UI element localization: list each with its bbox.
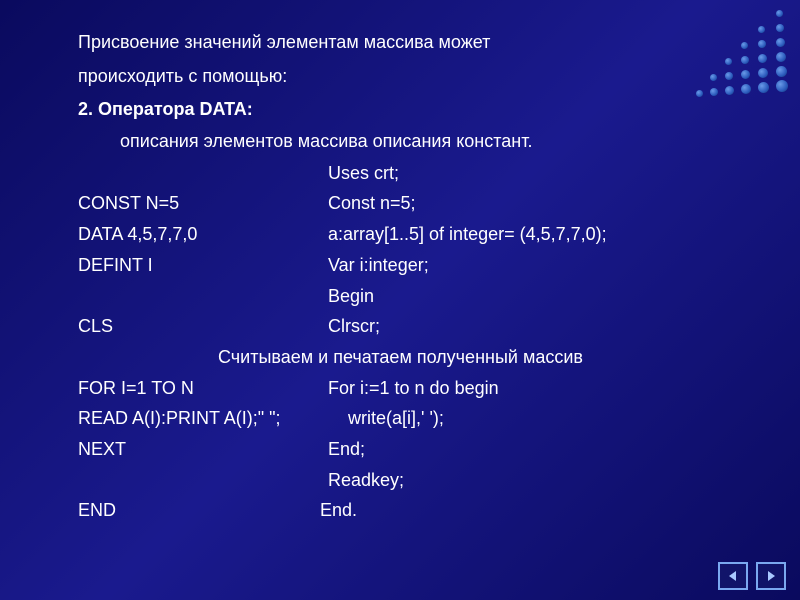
- code-row: NEXT End;: [78, 435, 730, 465]
- code-left: DATA 4,5,7,7,0: [78, 220, 328, 250]
- code-row: READ A(I):PRINT A(I);" "; write(a[i],' '…: [78, 404, 730, 434]
- arrow-right-icon: [764, 569, 778, 583]
- code-row: END End.: [78, 496, 730, 526]
- code-right: Var i:integer;: [328, 251, 730, 281]
- arrow-left-icon: [726, 569, 740, 583]
- code-row: Begin: [78, 282, 730, 312]
- code-row: FOR I=1 TO N For i:=1 to n do begin: [78, 374, 730, 404]
- code-left: [78, 282, 328, 312]
- code-right: Readkey;: [328, 466, 730, 496]
- code-right: Const n=5;: [328, 189, 730, 219]
- code-left: READ A(I):PRINT A(I);" ";: [78, 404, 348, 434]
- slide-content: Присвоение значений элементам массива мо…: [0, 0, 800, 546]
- code-left: [78, 466, 328, 496]
- code-left: FOR I=1 TO N: [78, 374, 328, 404]
- code-left: CONST N=5: [78, 189, 328, 219]
- code-row: CLS Clrscr;: [78, 312, 730, 342]
- code-right: For i:=1 to n do begin: [328, 374, 730, 404]
- code-right: End.: [320, 496, 730, 526]
- code-right: write(a[i],' ');: [348, 404, 730, 434]
- section-subtitle: 2. Оператора DATA:: [78, 95, 730, 125]
- code-left: DEFINT I: [78, 251, 328, 281]
- code-left: NEXT: [78, 435, 328, 465]
- code-row: Uses crt;: [78, 159, 730, 189]
- code-left: CLS: [78, 312, 328, 342]
- code-right: End;: [328, 435, 730, 465]
- code-row: DATA 4,5,7,7,0 a:array[1..5] of integer=…: [78, 220, 730, 250]
- code-left: END: [78, 496, 320, 526]
- code-right: Uses crt;: [328, 159, 730, 189]
- comment-line: Считываем и печатаем полученный массив: [78, 343, 730, 373]
- intro-line-1: Присвоение значений элементам массива мо…: [78, 28, 730, 58]
- next-button[interactable]: [756, 562, 786, 590]
- decorative-dots: [692, 8, 792, 108]
- code-right: Clrscr;: [328, 312, 730, 342]
- code-row: DEFINT I Var i:integer;: [78, 251, 730, 281]
- prev-button[interactable]: [718, 562, 748, 590]
- code-left: [78, 159, 328, 189]
- code-row: Readkey;: [78, 466, 730, 496]
- code-right: a:array[1..5] of integer= (4,5,7,7,0);: [328, 220, 730, 250]
- nav-controls: [718, 562, 786, 590]
- code-right: Begin: [328, 282, 730, 312]
- code-row: CONST N=5 Const n=5;: [78, 189, 730, 219]
- intro-line-2: происходить с помощью:: [78, 62, 730, 92]
- description-row: описания элементов массива описания конс…: [78, 127, 730, 157]
